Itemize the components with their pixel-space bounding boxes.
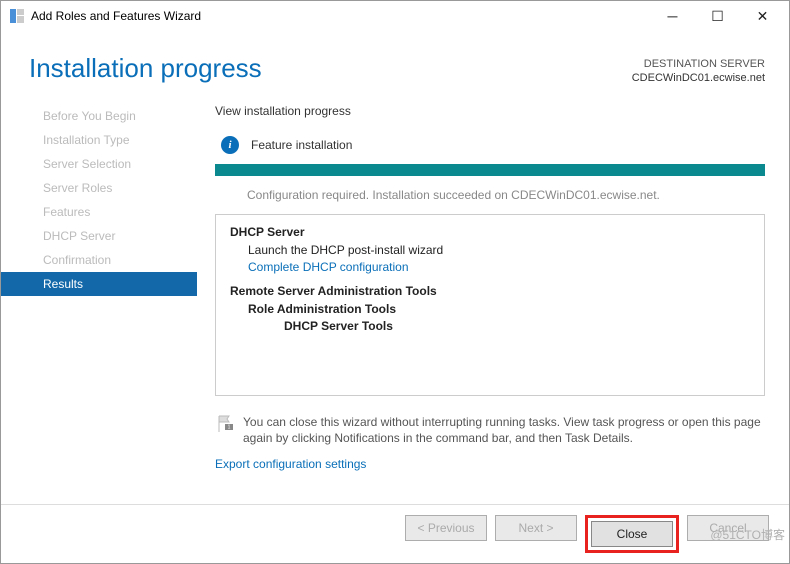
sidebar-item-installation-type: Installation Type bbox=[1, 128, 197, 152]
header: Installation progress DESTINATION SERVER… bbox=[1, 31, 789, 96]
main-content: View installation progress i Feature ins… bbox=[197, 96, 789, 472]
subhead: View installation progress bbox=[215, 104, 765, 118]
wizard-icon bbox=[9, 8, 25, 24]
note-text: You can close this wizard without interr… bbox=[243, 414, 765, 448]
result-rsat-title: Remote Server Administration Tools bbox=[230, 284, 750, 298]
destination-server: CDECWinDC01.ecwise.net bbox=[632, 71, 765, 85]
sidebar-item-results[interactable]: Results bbox=[1, 272, 197, 296]
result-rsat-sub1: Role Administration Tools bbox=[230, 302, 750, 316]
titlebar-controls: ─ ☐ ✕ bbox=[650, 2, 785, 30]
sidebar: Before You Begin Installation Type Serve… bbox=[1, 96, 197, 472]
sidebar-item-before-you-begin: Before You Begin bbox=[1, 104, 197, 128]
footer: < Previous Next > Close Cancel bbox=[1, 504, 789, 563]
watermark: @51CTO博客 bbox=[710, 526, 785, 543]
titlebar: Add Roles and Features Wizard ─ ☐ ✕ bbox=[1, 1, 789, 31]
progress-bar bbox=[215, 164, 765, 176]
feature-install-row: i Feature installation bbox=[215, 136, 765, 154]
previous-button: < Previous bbox=[405, 515, 487, 541]
close-button[interactable]: Close bbox=[591, 521, 673, 547]
note-row: 1 You can close this wizard without inte… bbox=[215, 414, 765, 448]
destination-info: DESTINATION SERVER CDECWinDC01.ecwise.ne… bbox=[632, 53, 765, 86]
result-rsat-sub2: DHCP Server Tools bbox=[230, 319, 750, 333]
destination-label: DESTINATION SERVER bbox=[632, 57, 765, 71]
result-dhcp-title: DHCP Server bbox=[230, 225, 750, 239]
sidebar-item-server-selection: Server Selection bbox=[1, 152, 197, 176]
result-dhcp-sub: Launch the DHCP post-install wizard bbox=[230, 243, 750, 257]
feature-label: Feature installation bbox=[251, 138, 352, 152]
page-title: Installation progress bbox=[29, 53, 632, 86]
config-message: Configuration required. Installation suc… bbox=[215, 188, 765, 202]
minimize-button[interactable]: ─ bbox=[650, 2, 695, 30]
info-icon: i bbox=[221, 136, 239, 154]
complete-dhcp-link[interactable]: Complete DHCP configuration bbox=[230, 260, 750, 274]
sidebar-item-features: Features bbox=[1, 200, 197, 224]
flag-icon: 1 bbox=[215, 414, 235, 448]
sidebar-item-confirmation: Confirmation bbox=[1, 248, 197, 272]
maximize-button[interactable]: ☐ bbox=[695, 2, 740, 30]
wizard-body: Before You Begin Installation Type Serve… bbox=[1, 96, 789, 472]
next-button: Next > bbox=[495, 515, 577, 541]
titlebar-title: Add Roles and Features Wizard bbox=[31, 9, 650, 23]
sidebar-item-server-roles: Server Roles bbox=[1, 176, 197, 200]
export-config-link[interactable]: Export configuration settings bbox=[215, 457, 765, 471]
sidebar-item-dhcp-server: DHCP Server bbox=[1, 224, 197, 248]
close-button-highlight: Close bbox=[585, 515, 679, 553]
results-box: DHCP Server Launch the DHCP post-install… bbox=[215, 214, 765, 396]
close-window-button[interactable]: ✕ bbox=[740, 2, 785, 30]
svg-text:1: 1 bbox=[228, 424, 231, 430]
